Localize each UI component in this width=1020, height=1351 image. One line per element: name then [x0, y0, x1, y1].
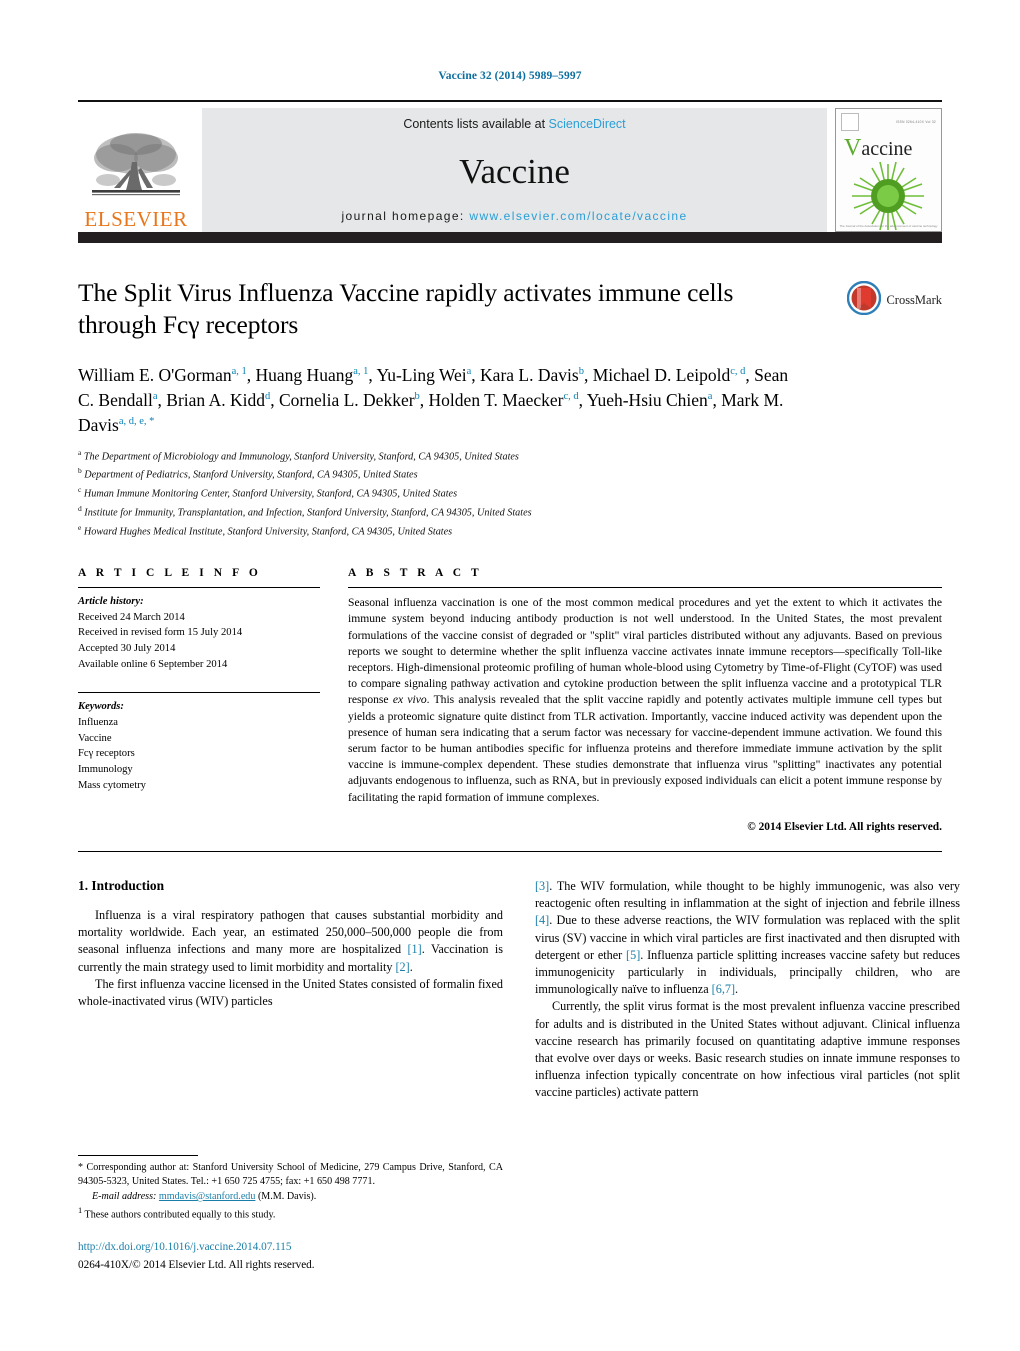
cover-elsevier-mini-icon: [841, 113, 859, 131]
cover-title-rest: accine: [861, 138, 913, 160]
email-note: E-mail address: mmdavis@stanford.edu (M.…: [78, 1190, 503, 1205]
equal-contribution-note: 1 These authors contributed equally to t…: [78, 1205, 276, 1221]
keywords-label: Keywords:: [78, 701, 124, 713]
paragraph: Currently, the split virus format is the…: [535, 999, 960, 1100]
doi-block: http://dx.doi.org/10.1016/j.vaccine.2014…: [78, 1240, 503, 1274]
contents-prefix: Contents lists available at: [403, 117, 549, 131]
corresponding-author-note: * Corresponding author at: Stanford Univ…: [78, 1161, 503, 1188]
affiliation-item: a The Department of Microbiology and Imm…: [78, 447, 942, 466]
masthead-center-panel: Contents lists available at ScienceDirec…: [202, 108, 827, 232]
journal-title: Vaccine: [459, 151, 570, 191]
affiliation-text: The Department of Microbiology and Immun…: [83, 450, 519, 462]
affiliation-text: Department of Pediatrics, Stanford Unive…: [84, 469, 418, 481]
abstract-heading: A B S T R A C T: [348, 567, 483, 580]
keyword-item: Immunology: [78, 764, 133, 776]
elsevier-tree-icon: [86, 128, 186, 208]
cover-title: Vaccine: [836, 136, 941, 160]
journal-masthead: ELSEVIER Contents lists available at Sci…: [78, 100, 942, 232]
cover-bottom-note: The Journal of the Association for the a…: [839, 224, 938, 228]
history-item: Accepted 30 July 2014: [78, 643, 176, 655]
sciencedirect-link[interactable]: ScienceDirect: [549, 117, 626, 131]
email-label: E-mail address:: [92, 1191, 157, 1203]
body-column-right: [3]. The WIV formulation, while thought …: [535, 878, 960, 1102]
affiliation-text: Institute for Immunity, Transplantation,…: [84, 507, 532, 519]
abstract-column: A B S T R A C T Seasonal influenza vacci…: [348, 567, 942, 833]
journal-article-page: Vaccine 32 (2014) 5989–5997 ELSEVIER Con…: [0, 0, 1020, 1351]
affiliation-list: a The Department of Microbiology and Imm…: [78, 447, 942, 542]
keyword-list: Keywords: Influenza Vaccine Fcγ receptor…: [78, 693, 320, 793]
affiliation-mark: a: [78, 447, 82, 457]
email-link[interactable]: mmdavis@stanford.edu: [159, 1191, 255, 1202]
crossmark-badge[interactable]: CrossMark: [847, 280, 942, 320]
history-item: Available online 6 September 2014: [78, 658, 228, 670]
body-column-left: 1. Introduction Influenza is a viral res…: [78, 878, 503, 1102]
body-separator-rule: [78, 850, 942, 852]
author-list: William E. O'Gormana, 1, Huang Huanga, 1…: [78, 365, 789, 435]
masthead-divider-bar: [78, 232, 942, 243]
abstract-text: Seasonal influenza vaccination is one of…: [348, 596, 943, 804]
keyword-item: Vaccine: [78, 732, 112, 744]
crossmark-icon: [847, 280, 882, 320]
affiliation-item: d Institute for Immunity, Transplantatio…: [78, 503, 942, 522]
article-info-heading: A R T I C L E I N F O: [78, 567, 262, 580]
keyword-item: Mass cytometry: [78, 779, 146, 791]
history-item: Received in revised form 15 July 2014: [78, 627, 243, 639]
affiliation-mark: b: [78, 466, 82, 476]
journal-cover-thumbnail: ISSN 0264-410X Vol 32 Vaccine The Journa…: [835, 108, 942, 232]
affiliation-text: Human Immune Monitoring Center, Stanford…: [83, 488, 458, 500]
article-info-column: A R T I C L E I N F O Article history: R…: [78, 567, 320, 833]
paragraph: Influenza is a viral respiratory pathoge…: [78, 907, 504, 974]
issn-copyright-line: 0264-410X/© 2014 Elsevier Ltd. All right…: [78, 1259, 315, 1272]
contents-available-line: Contents lists available at ScienceDirec…: [202, 117, 827, 131]
abstract-copyright: © 2014 Elsevier Ltd. All rights reserved…: [747, 820, 942, 833]
elsevier-wordmark: ELSEVIER: [84, 207, 188, 231]
journal-homepage-link[interactable]: www.elsevier.com/locate/vaccine: [469, 209, 687, 223]
article-history: Article history: Received 24 March 2014 …: [78, 588, 320, 672]
affiliation-item: c Human Immune Monitoring Center, Stanfo…: [78, 484, 942, 503]
affiliation-mark: c: [78, 485, 82, 495]
doi-link[interactable]: http://dx.doi.org/10.1016/j.vaccine.2014…: [78, 1240, 503, 1256]
cover-top-note: ISSN 0264-410X Vol 32: [896, 120, 936, 124]
paragraph: The first influenza vaccine licensed in …: [78, 976, 503, 1008]
cover-title-initial: V: [844, 135, 862, 161]
crossmark-label: CrossMark: [886, 293, 942, 307]
elsevier-logo: ELSEVIER: [78, 108, 194, 232]
homepage-prefix: journal homepage:: [341, 209, 470, 223]
page-title: The Split Virus Influenza Vaccine rapidl…: [78, 278, 734, 340]
journal-homepage-line: journal homepage: www.elsevier.com/locat…: [202, 209, 827, 223]
affiliation-item: b Department of Pediatrics, Stanford Uni…: [78, 465, 942, 484]
paragraph: [3]. The WIV formulation, while thought …: [535, 878, 960, 997]
affiliation-mark: d: [78, 504, 82, 514]
cover-topbar: ISSN 0264-410X Vol 32: [836, 109, 941, 131]
article-history-label: Article history:: [78, 596, 144, 608]
info-and-abstract: A R T I C L E I N F O Article history: R…: [78, 567, 942, 833]
body-columns: 1. Introduction Influenza is a viral res…: [78, 878, 960, 1102]
running-head: Vaccine 32 (2014) 5989–5997: [438, 70, 582, 82]
affiliation-text: Howard Hughes Medical Institute, Stanfor…: [83, 526, 453, 538]
affiliation-item: e Howard Hughes Medical Institute, Stanf…: [78, 522, 942, 541]
title-block: The Split Virus Influenza Vaccine rapidl…: [78, 277, 942, 347]
keyword-item: Influenza: [78, 717, 118, 729]
footnote-block: * Corresponding author at: Stanford Univ…: [78, 1154, 503, 1274]
keyword-item: Fcγ receptors: [78, 748, 135, 760]
history-item: Received 24 March 2014: [78, 611, 185, 623]
section-heading-introduction: 1. Introduction: [78, 877, 165, 893]
footnote-rule: [78, 1154, 198, 1156]
affiliation-mark: e: [78, 523, 82, 533]
email-suffix: (M.M. Davis).: [257, 1191, 317, 1203]
